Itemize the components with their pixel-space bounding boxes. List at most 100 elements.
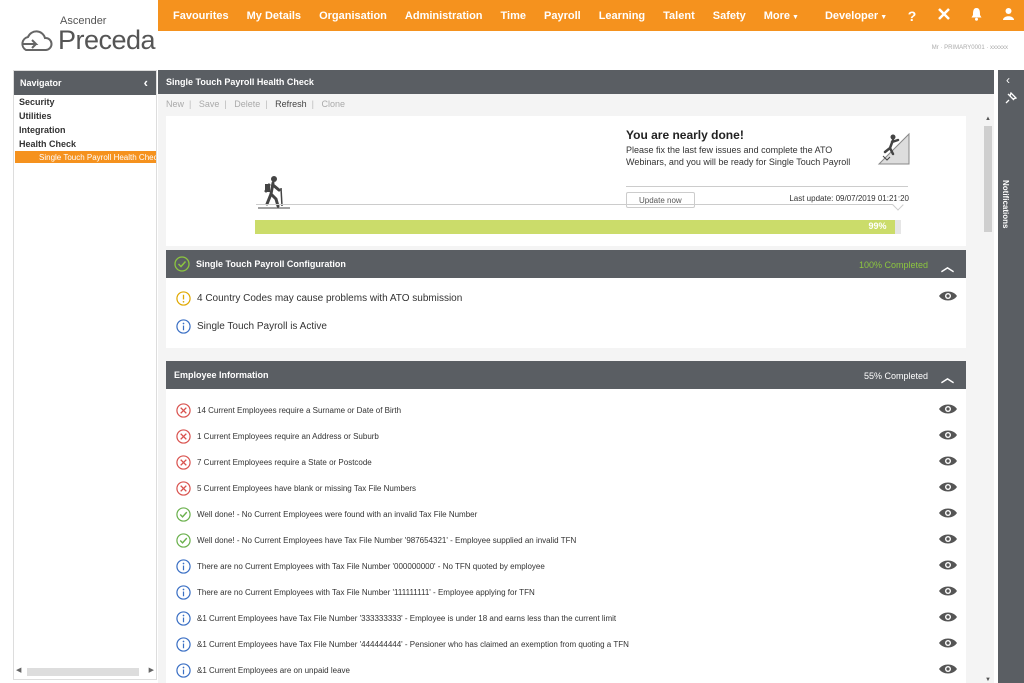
section-header[interactable]: Employee Information 55% Completed ︿ (166, 361, 966, 389)
vertical-scrollbar[interactable]: ▲ ▼ (982, 116, 994, 683)
refresh-button[interactable]: Refresh (275, 99, 307, 109)
nav-developer-label: Developer (824, 9, 879, 22)
pin-icon (1005, 92, 1017, 104)
sidebar-item-security[interactable]: Security (14, 95, 156, 109)
check-circle-icon (176, 506, 191, 522)
collapse-chevron-icon[interactable]: ‹ (144, 75, 148, 90)
nav-talent[interactable]: Talent (654, 10, 704, 22)
nav-payroll[interactable]: Payroll (535, 10, 590, 22)
section-employee-information: Employee Information 55% Completed ︿ 14 … (166, 361, 966, 683)
mountain-climber-icon (877, 132, 910, 165)
eye-icon[interactable] (938, 585, 958, 599)
eye-icon[interactable] (938, 481, 958, 495)
nav-my-details[interactable]: My Details (238, 10, 310, 22)
delete-button[interactable]: Delete (234, 99, 260, 109)
help-icon[interactable]: ? (896, 8, 928, 24)
nav-more[interactable]: More ▼ (755, 10, 808, 22)
sidebar-item-integration[interactable]: Integration (14, 123, 156, 137)
info-icon (176, 662, 191, 678)
nav-favourites[interactable]: Favourites (158, 10, 238, 22)
check-row: 7 Current Employees require a State or P… (166, 449, 966, 475)
sidebar-horizontal-scrollbar[interactable]: ◀ ▶ (16, 666, 154, 676)
eye-icon[interactable] (938, 403, 958, 417)
navigator-title: Navigator (20, 78, 62, 88)
check-row: Single Touch Payroll is Active (166, 312, 966, 340)
info-icon (176, 610, 191, 626)
progress-divider (256, 204, 901, 205)
sidebar-item-stp-health-check[interactable]: Single Touch Payroll Health Check (15, 151, 156, 163)
notifications-panel[interactable]: ‹ Notifications (998, 70, 1024, 683)
nav-icons: ? (896, 0, 1024, 31)
nav-learning[interactable]: Learning (590, 10, 654, 22)
main-panel: Single Touch Payroll Health Check New | S… (158, 70, 994, 683)
info-icon (176, 636, 191, 652)
expand-chevron-icon[interactable]: ‹ (1006, 73, 1010, 87)
error-x-icon (176, 402, 191, 418)
save-button[interactable]: Save (199, 99, 220, 109)
eye-icon[interactable] (938, 533, 958, 547)
card-divider (626, 186, 908, 187)
check-row-text: Single Touch Payroll is Active (197, 320, 327, 332)
scrollbar-track[interactable] (27, 668, 139, 676)
info-icon (176, 558, 191, 574)
nav-organisation[interactable]: Organisation (310, 10, 396, 22)
logo-preceda-text: Preceda (58, 25, 156, 55)
toolbar-separator: | (265, 99, 268, 109)
chevron-up-icon[interactable]: ︿ (941, 367, 954, 386)
check-row-text: 7 Current Employees require a State or P… (197, 457, 372, 467)
chevron-up-icon[interactable]: ︿ (941, 256, 954, 275)
check-row-text: 14 Current Employees require a Surname o… (197, 405, 402, 415)
scroll-up-icon[interactable]: ▲ (985, 116, 991, 122)
toolbar: New | Save | Delete | Refresh | Clone (158, 94, 994, 116)
nav-administration[interactable]: Administration (396, 10, 492, 22)
error-x-icon (176, 454, 191, 470)
bell-icon[interactable] (960, 7, 992, 24)
section-title: Employee Information (174, 370, 269, 380)
progress-bar-fill: 99% (255, 220, 895, 234)
check-row-text: Well done! - No Current Employees have T… (197, 535, 577, 545)
chevron-down-icon: ▼ (792, 13, 799, 21)
eye-icon[interactable] (938, 429, 958, 443)
eye-icon[interactable] (938, 455, 958, 469)
scroll-right-icon[interactable]: ▶ (149, 666, 154, 674)
eye-icon[interactable] (938, 559, 958, 573)
user-info: Mr · PRIMARY0001 · xxxxxx (931, 45, 1008, 51)
scroll-left-icon[interactable]: ◀ (16, 666, 21, 674)
nav-safety[interactable]: Safety (704, 10, 755, 22)
section-stp-configuration: Single Touch Payroll Configuration 100% … (166, 250, 966, 348)
chevron-down-icon: ▼ (880, 13, 888, 21)
section-header[interactable]: Single Touch Payroll Configuration 100% … (166, 250, 966, 278)
eye-icon[interactable] (938, 637, 958, 651)
eye-icon[interactable] (938, 611, 958, 625)
new-button[interactable]: New (166, 99, 184, 109)
check-row-text: &1 Current Employees have Tax File Numbe… (197, 639, 629, 649)
section-status: 55% Completed (863, 371, 928, 381)
app-header: Ascender Preceda Favourites My Details O… (0, 0, 1024, 70)
progress-bar: 99% (255, 220, 901, 234)
check-row: 14 Current Employees require a Surname o… (166, 397, 966, 423)
eye-icon[interactable] (938, 663, 958, 677)
tools-icon[interactable] (928, 7, 960, 24)
eye-icon[interactable] (938, 507, 958, 521)
check-row-text: &1 Current Employees are on unpaid leave (197, 665, 350, 675)
nav-developer[interactable]: Developer ▼ (816, 10, 896, 22)
section-status: 100% Completed (858, 260, 928, 270)
nearly-done-card: You are nearly done! Please fix the last… (626, 128, 911, 208)
section-rows: 14 Current Employees require a Surname o… (166, 389, 966, 683)
update-now-button[interactable]: Update now (626, 192, 695, 208)
info-icon (176, 318, 191, 334)
preceda-logo[interactable]: Ascender Preceda (18, 12, 158, 56)
scroll-down-icon[interactable]: ▼ (985, 677, 991, 683)
check-row: &1 Current Employees have Tax File Numbe… (166, 631, 966, 657)
sidebar-item-health-check[interactable]: Health Check (14, 137, 156, 151)
top-navigation: Favourites My Details Organisation Admin… (158, 0, 1024, 31)
scrollbar-thumb[interactable] (984, 126, 992, 232)
sidebar-item-utilities[interactable]: Utilities (14, 109, 156, 123)
nearly-done-heading: You are nearly done! (626, 128, 744, 142)
eye-icon[interactable] (938, 290, 958, 305)
content-area: You are nearly done! Please fix the last… (158, 116, 994, 683)
user-icon[interactable] (992, 7, 1024, 24)
check-row-text: &1 Current Employees have Tax File Numbe… (197, 613, 617, 623)
nav-time[interactable]: Time (492, 10, 535, 22)
clone-button[interactable]: Clone (322, 99, 346, 109)
